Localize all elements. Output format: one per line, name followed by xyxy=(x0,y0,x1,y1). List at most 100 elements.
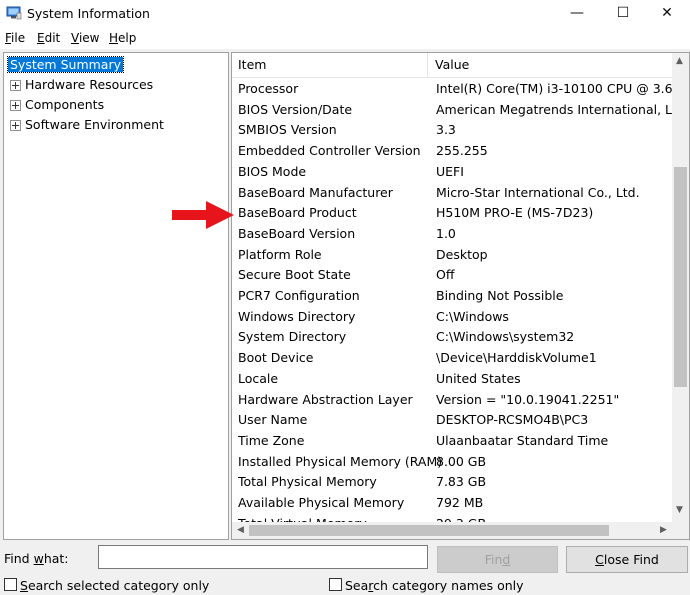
table-row[interactable]: System Directory C:\Windows\system32 xyxy=(232,327,672,348)
row-value: H510M PRO-E (MS-7D23) xyxy=(436,205,594,221)
checkbox-box-icon[interactable] xyxy=(329,578,342,591)
table-row[interactable]: Time Zone Ulaanbaatar Standard Time xyxy=(232,431,672,452)
table-row[interactable]: Hardware Abstraction Layer Version = "10.… xyxy=(232,390,672,411)
search-selected-category-checkbox[interactable]: Search selected category only xyxy=(4,578,209,593)
list-rows: Processor Intel(R) Core(TM) i3-10100 CPU … xyxy=(232,79,672,523)
table-row[interactable]: BIOS Version/Date American Megatrends Int… xyxy=(232,100,672,121)
table-row[interactable]: Platform Role Desktop xyxy=(232,245,672,266)
row-value: DESKTOP-RCSMO4B\PC3 xyxy=(436,412,589,428)
menu-help[interactable]: Help xyxy=(109,31,136,45)
menu-edit[interactable]: Edit xyxy=(37,31,60,45)
table-row[interactable]: BIOS Mode UEFI xyxy=(232,162,672,183)
find-button[interactable]: Find xyxy=(437,546,558,573)
row-value: American Megatrends International, LLC. xyxy=(436,101,672,117)
row-item: Processor xyxy=(238,81,299,96)
row-value: Micro-Star International Co., Ltd. xyxy=(436,184,640,200)
scroll-down-icon[interactable]: ▼ xyxy=(676,505,683,515)
row-item: Embedded Controller Version xyxy=(238,143,421,159)
menu-bar: File Edit View Help xyxy=(0,27,690,49)
maximize-button[interactable]: ☐ xyxy=(600,0,646,27)
row-item: Secure Boot State xyxy=(238,267,351,283)
row-value: 255.255 xyxy=(436,143,488,159)
table-row[interactable]: Windows Directory C:\Windows xyxy=(232,307,672,328)
menu-edit-label: dit xyxy=(44,31,61,45)
table-row[interactable]: Embedded Controller Version 255.255 xyxy=(232,141,672,162)
menu-file-label: ile xyxy=(11,31,26,45)
table-row[interactable]: Installed Physical Memory (RAM) 8.00 GB xyxy=(232,452,672,473)
find-what-label-accelerator: w xyxy=(33,551,44,566)
row-value: Desktop xyxy=(436,246,488,262)
column-header-value[interactable]: Value xyxy=(429,53,672,77)
table-row[interactable]: Total Physical Memory 7.83 GB xyxy=(232,472,672,493)
table-row[interactable]: SMBIOS Version 3.3 xyxy=(232,120,672,141)
row-value: Off xyxy=(436,267,455,283)
table-row[interactable]: Available Physical Memory 792 MB xyxy=(232,493,672,514)
expand-plus-icon[interactable] xyxy=(10,100,21,111)
search-category-names-checkbox[interactable]: Search category names only xyxy=(329,578,524,593)
row-value: UEFI xyxy=(436,163,464,179)
menu-view-label: iew xyxy=(78,31,100,45)
find-what-input[interactable] xyxy=(98,545,428,569)
row-item: BIOS Mode xyxy=(238,163,307,179)
expand-plus-icon[interactable] xyxy=(10,120,21,131)
table-row[interactable]: User Name DESKTOP-RCSMO4B\PC3 xyxy=(232,410,672,431)
tree-item-hardware-resources[interactable]: Hardware Resources xyxy=(8,76,153,94)
row-value: 1.0 xyxy=(436,225,456,241)
close-find-accelerator: C xyxy=(595,552,604,567)
row-value: Binding Not Possible xyxy=(436,288,564,303)
scroll-right-icon[interactable]: ▶ xyxy=(660,525,667,535)
row-item: Time Zone xyxy=(238,432,305,448)
tree-item-label: Components xyxy=(25,97,105,112)
row-value: C:\Windows\system32 xyxy=(436,329,575,345)
table-row[interactable]: BaseBoard Version 1.0 xyxy=(232,224,672,245)
row-value: 792 MB xyxy=(436,495,484,510)
row-item: Hardware Abstraction Layer xyxy=(238,391,413,407)
tree-item-system-summary[interactable]: System Summary xyxy=(7,56,124,74)
row-item: BaseBoard Version xyxy=(238,225,356,241)
menu-view[interactable]: View xyxy=(71,31,99,45)
table-row[interactable]: Boot Device \Device\HarddiskVolume1 xyxy=(232,348,672,369)
column-header-item[interactable]: Item xyxy=(232,53,428,77)
menu-help-label: elp xyxy=(118,31,137,45)
find-button-accelerator: d xyxy=(502,552,511,567)
menu-file[interactable]: File xyxy=(5,31,25,45)
title-bar: System Information — ☐ ✕ xyxy=(0,0,690,27)
scroll-left-icon[interactable]: ◀ xyxy=(237,525,244,535)
row-value: Version = "10.0.19041.2251" xyxy=(436,391,620,407)
row-item: BaseBoard Manufacturer xyxy=(238,184,393,200)
vertical-scrollbar[interactable]: ▲ ▼ xyxy=(672,53,689,523)
checkbox-box-icon[interactable] xyxy=(4,578,17,591)
table-row[interactable]: PCR7 Configuration Binding Not Possible xyxy=(232,286,672,307)
table-row[interactable]: BaseBoard Product H510M PRO-E (MS-7D23) xyxy=(232,203,672,224)
menu-edit-accelerator: E xyxy=(37,31,45,45)
vertical-scroll-thumb[interactable] xyxy=(674,167,687,387)
row-item: Boot Device xyxy=(238,350,314,366)
scroll-up-icon[interactable]: ▲ xyxy=(676,56,683,66)
system-information-app-icon xyxy=(6,6,22,20)
find-what-label-post: hat: xyxy=(43,551,69,566)
expand-plus-icon[interactable] xyxy=(10,80,21,91)
category-tree[interactable]: System Summary Hardware Resources Compon… xyxy=(3,52,229,540)
checkbox1-label: earch selected category only xyxy=(27,578,210,593)
row-item: System Directory xyxy=(238,329,347,345)
table-row[interactable]: BaseBoard Manufacturer Micro-Star Interna… xyxy=(232,183,672,204)
row-item: Installed Physical Memory (RAM) xyxy=(238,453,443,469)
table-row[interactable]: Locale United States xyxy=(232,369,672,390)
table-row[interactable]: Processor Intel(R) Core(TM) i3-10100 CPU … xyxy=(232,79,672,100)
horizontal-scrollbar[interactable]: ◀ ▶ xyxy=(232,522,689,539)
details-list[interactable]: Item Value Processor Intel(R) Core(TM) i3… xyxy=(231,52,690,540)
minimize-button[interactable]: — xyxy=(554,0,600,27)
horizontal-scroll-thumb[interactable] xyxy=(249,525,609,536)
find-what-label-pre: Find xyxy=(4,551,34,566)
checkbox2-label-post: ch category names only xyxy=(373,578,524,593)
table-row[interactable]: Secure Boot State Off xyxy=(232,265,672,286)
close-find-button[interactable]: Close Find xyxy=(566,546,688,573)
tree-item-software-environment[interactable]: Software Environment xyxy=(8,116,164,134)
close-button[interactable]: ✕ xyxy=(644,0,690,27)
checkbox2-label-pre: Sea xyxy=(345,578,369,593)
row-item: BIOS Version/Date xyxy=(238,101,353,117)
row-value: Ulaanbaatar Standard Time xyxy=(436,432,609,448)
checkbox1-accelerator: S xyxy=(20,578,28,593)
tree-item-components[interactable]: Components xyxy=(8,96,104,114)
annotation-arrow-icon xyxy=(172,201,234,229)
